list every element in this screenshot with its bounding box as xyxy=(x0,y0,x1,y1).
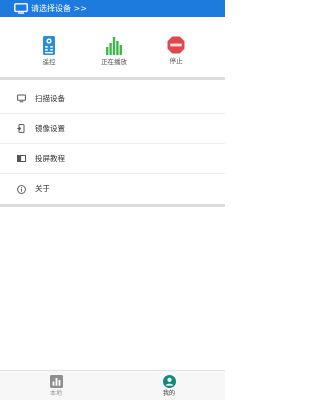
menu-item-cast-tutorial[interactable]: 投屏教程 xyxy=(0,144,225,174)
playing-bars-icon xyxy=(106,37,122,55)
menu-item-label: 镜像设置 xyxy=(35,123,65,133)
monitor-icon xyxy=(17,94,26,103)
remote-button[interactable]: 遥控 xyxy=(24,36,74,76)
now-playing-label: 正在播放 xyxy=(101,58,127,66)
tab-local-label: 本地 xyxy=(49,390,62,397)
stop-label: 停止 xyxy=(169,57,183,65)
settings-menu: 扫描设备 镜像设置 投屏教程 关于 xyxy=(0,84,225,204)
remote-icon xyxy=(43,36,55,55)
remote-label: 遥控 xyxy=(42,58,56,66)
user-icon xyxy=(162,375,176,388)
tab-mine-label: 我的 xyxy=(162,390,175,397)
bottom-navigation: 本地 我的 xyxy=(0,370,225,400)
tv-icon xyxy=(14,3,28,14)
book-icon xyxy=(17,155,26,162)
menu-item-label: 扫描设备 xyxy=(35,93,65,103)
info-icon xyxy=(17,184,26,194)
tab-mine[interactable]: 我的 xyxy=(149,375,189,399)
menu-item-label: 关于 xyxy=(35,184,50,193)
stop-icon xyxy=(167,36,185,54)
mirror-icon xyxy=(17,124,25,133)
device-select-title[interactable]: 请选择设备 >> xyxy=(31,3,87,15)
now-playing-button[interactable]: 正在播放 xyxy=(89,36,139,76)
section-divider xyxy=(0,204,225,207)
chart-icon xyxy=(49,375,63,388)
menu-item-about[interactable]: 关于 xyxy=(0,174,225,204)
menu-item-scan-devices[interactable]: 扫描设备 xyxy=(0,84,225,114)
stop-button[interactable]: 停止 xyxy=(151,36,201,76)
tab-local[interactable]: 本地 xyxy=(36,375,76,399)
device-select-bar[interactable]: 请选择设备 >> xyxy=(0,0,225,17)
playback-controls: 遥控 正在播放 停止 xyxy=(0,17,225,77)
section-divider xyxy=(0,77,225,80)
menu-item-mirror-settings[interactable]: 镜像设置 xyxy=(0,114,225,144)
menu-item-label: 投屏教程 xyxy=(35,153,65,163)
